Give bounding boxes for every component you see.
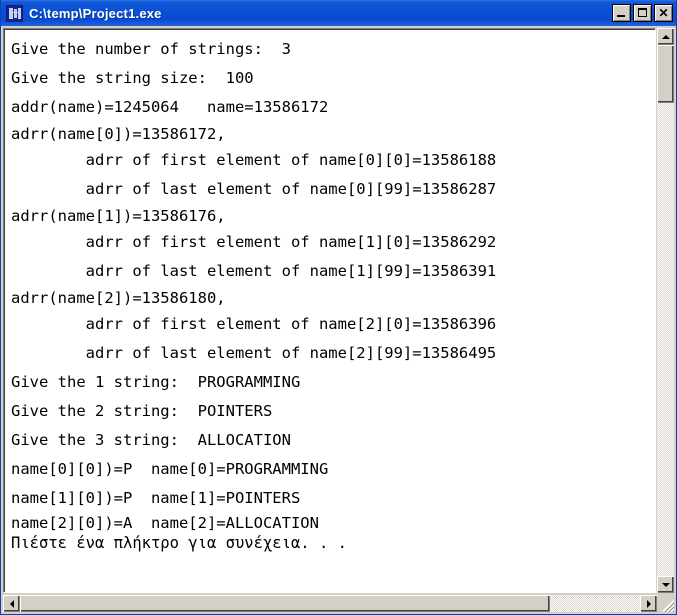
console-line: Give the string size: 100 [11,69,254,87]
close-button[interactable]: ✕ [654,4,673,22]
chevron-right-icon [646,599,651,608]
console-line: Πιέστε ένα πλήκτρο για συνέχεια. . . [11,534,347,552]
maximize-button[interactable] [633,4,652,22]
scroll-right-button[interactable] [640,595,657,612]
vertical-scroll-track[interactable] [657,103,674,576]
console-app-icon [6,4,23,22]
console-window: C:\temp\Project1.exe ✕ Give the number o… [0,0,677,615]
title-bar[interactable]: C:\temp\Project1.exe ✕ [1,0,676,26]
minimize-icon [617,15,625,17]
console-line: adrr(name[2])=13586180, [11,289,226,307]
console-line: adrr of last element of name[0][99]=1358… [11,180,497,198]
minimize-button[interactable] [612,4,631,22]
window-title: C:\temp\Project1.exe [29,5,162,21]
resize-grip[interactable] [657,595,674,612]
horizontal-scrollbar[interactable] [3,595,657,612]
console-line: adrr of last element of name[1][99]=1358… [11,262,497,280]
console-line: adrr of last element of name[2][99]=1358… [11,344,497,362]
console-row: Give the number of strings: 3 Give the st… [3,28,674,593]
horizontal-scroll-thumb[interactable] [20,595,550,612]
console-line: Give the number of strings: 3 [11,40,291,58]
chevron-left-icon [9,599,14,608]
console-output-area[interactable]: Give the number of strings: 3 Give the st… [3,28,656,593]
console-line: name[1][0])=P name[1]=POINTERS [11,489,301,507]
console-line: name[0][0])=P name[0]=PROGRAMMING [11,460,329,478]
scroll-left-button[interactable] [3,595,20,612]
console-text: Give the number of strings: 3 Give the st… [11,35,655,553]
console-line: adrr(name[0])=13586172, [11,125,226,143]
console-line: adrr of first element of name[0][0]=1358… [11,151,497,169]
chevron-down-icon [661,582,670,587]
console-line: addr(name)=1245064 name=13586172 [11,98,329,116]
chevron-up-icon [661,34,670,39]
horizontal-scroll-track[interactable] [550,595,640,612]
console-line: name[2][0])=A name[2]=ALLOCATION [11,514,319,532]
horizontal-scrollbar-row [3,595,674,612]
scroll-up-button[interactable] [657,28,674,45]
console-line: adrr(name[1])=13586176, [11,207,226,225]
window-controls: ✕ [612,4,673,22]
console-line: adrr of first element of name[2][0]=1358… [11,315,497,333]
maximize-icon [638,8,647,17]
vertical-scrollbar[interactable] [656,28,674,593]
scroll-down-button[interactable] [657,576,674,593]
client-area: Give the number of strings: 3 Give the st… [1,26,676,614]
console-line: Give the 1 string: PROGRAMMING [11,373,301,391]
close-icon: ✕ [658,6,669,20]
console-line: adrr of first element of name[1][0]=1358… [11,233,497,251]
console-line: Give the 2 string: POINTERS [11,402,273,420]
console-line: Give the 3 string: ALLOCATION [11,431,291,449]
vertical-scroll-thumb[interactable] [657,45,674,103]
